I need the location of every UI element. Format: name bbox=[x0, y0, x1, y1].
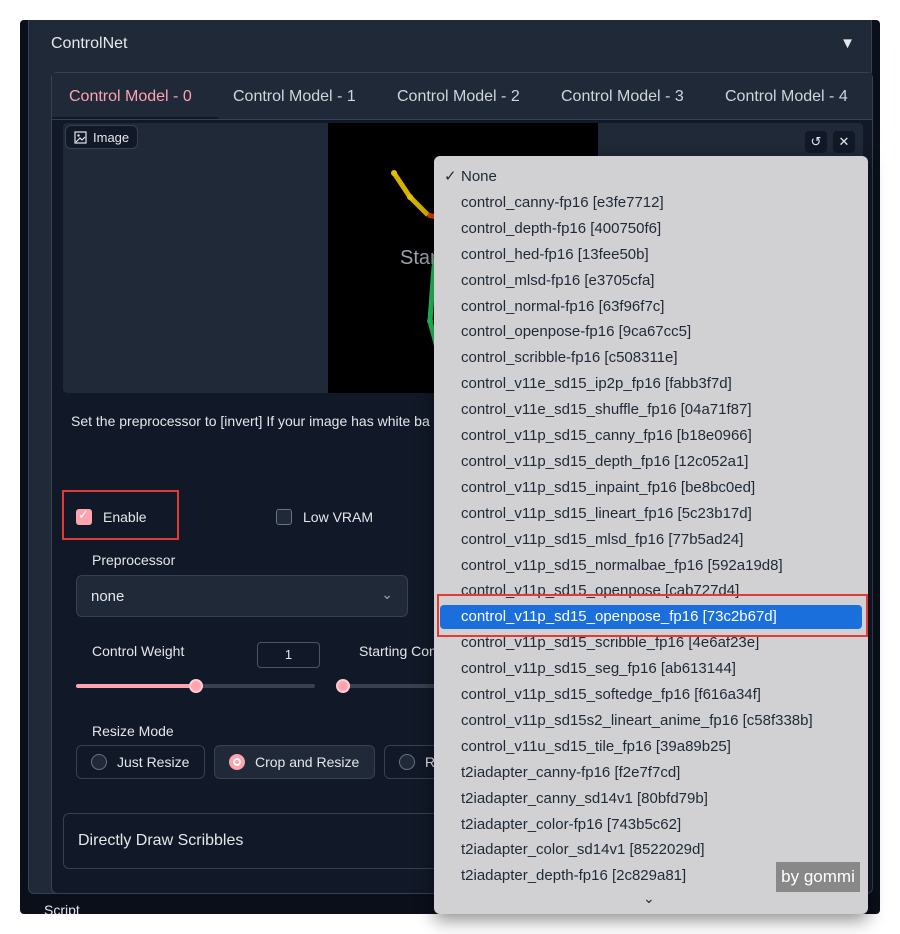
control-weight-slider-fill bbox=[76, 684, 196, 688]
dropdown-item-label: control_v11p_sd15_mlsd_fp16 [77b5ad24] bbox=[461, 530, 744, 548]
dropdown-item[interactable]: control_scribble-fp16 [c508311e] bbox=[440, 346, 862, 370]
dropdown-item[interactable]: ✓ None bbox=[440, 165, 862, 189]
control-weight-slider-knob[interactable] bbox=[188, 679, 203, 693]
scroll-down-chevron-icon[interactable]: ⌄ bbox=[643, 890, 655, 907]
dropdown-item[interactable]: t2iadapter_canny_sd14v1 [80bfd79b] bbox=[440, 787, 862, 811]
collapse-triangle-icon[interactable]: ▼ bbox=[840, 35, 855, 52]
dropdown-item-label: control_v11p_sd15_normalbae_fp16 [592a19… bbox=[461, 556, 783, 574]
tab-bar: Control Model - 0 Control Model - 1 Cont… bbox=[52, 73, 872, 119]
dropdown-item[interactable]: control_v11p_sd15_lineart_fp16 [5c23b17d… bbox=[440, 502, 862, 526]
dropdown-item-label: control_v11u_sd15_tile_fp16 [39a89b25] bbox=[461, 737, 731, 755]
model-dropdown-menu[interactable]: ✓ None control_canny-fp16 [e3fe7712] contro… bbox=[434, 156, 868, 914]
image-label-text: Image bbox=[93, 129, 130, 145]
dropdown-item[interactable]: control_v11p_sd15_softedge_fp16 [f616a34… bbox=[440, 683, 862, 707]
chevron-down-icon: ⌄ bbox=[381, 586, 393, 602]
control-weight-slider[interactable] bbox=[76, 679, 315, 693]
dropdown-item-label: t2iadapter_canny_sd14v1 [80bfd79b] bbox=[461, 789, 708, 807]
reset-icon[interactable]: ↺ bbox=[805, 131, 827, 153]
resize-mode-label: Resize Mode bbox=[92, 723, 174, 739]
low-vram-label: Low VRAM bbox=[303, 509, 374, 525]
tab-control-model-4[interactable]: Control Model - 4 bbox=[725, 88, 848, 106]
tab-control-model-1[interactable]: Control Model - 1 bbox=[233, 88, 356, 106]
image-icon bbox=[74, 130, 87, 144]
dropdown-item[interactable]: control_openpose-fp16 [9ca67cc5] bbox=[440, 320, 862, 344]
image-tools: ↺ ✕ bbox=[805, 131, 855, 153]
dropdown-item-label: t2iadapter_color-fp16 [743b5c62] bbox=[461, 815, 682, 833]
preprocessor-label: Preprocessor bbox=[92, 552, 176, 568]
tab-control-model-3[interactable]: Control Model - 3 bbox=[561, 88, 684, 106]
dropdown-item-label: control_v11p_sd15_canny_fp16 [b18e0966] bbox=[461, 427, 752, 444]
control-weight-label: Control Weight bbox=[92, 643, 185, 659]
dropdown-item-label: control_openpose-fp16 [9ca67cc5] bbox=[461, 323, 692, 341]
dropdown-item-label: None bbox=[461, 168, 497, 185]
dropdown-item[interactable]: control_v11p_sd15_depth_fp16 [12c052a1] bbox=[440, 450, 862, 474]
radio-crop-and-resize-label: Crop and Resize bbox=[255, 754, 360, 770]
dropdown-item[interactable]: control_v11p_sd15_mlsd_fp16 [77b5ad24] bbox=[440, 528, 862, 552]
dropdown-item[interactable]: control_depth-fp16 [400750f6] bbox=[440, 217, 862, 241]
dropdown-item[interactable]: control_canny-fp16 [e3fe7712] bbox=[440, 191, 862, 215]
dropdown-item[interactable]: control_v11p_sd15s2_lineart_anime_fp16 [… bbox=[440, 709, 862, 733]
selection-highlight-box bbox=[437, 594, 868, 637]
dropdown-item-label: control_hed-fp16 [13fee50b] bbox=[461, 245, 649, 263]
dropdown-item-label: t2iadapter_depth-fp16 [2c829a81] bbox=[461, 867, 687, 885]
dropdown-item-label: control_scribble-fp16 [c508311e] bbox=[461, 349, 678, 367]
checkmark-icon: ✓ bbox=[444, 168, 457, 185]
dropdown-item[interactable]: control_v11e_sd15_ip2p_fp16 [fabb3f7d] bbox=[440, 372, 862, 396]
dropdown-item-label: control_canny-fp16 [e3fe7712] bbox=[461, 193, 664, 211]
dropdown-item[interactable]: control_v11u_sd15_tile_fp16 [39a89b25] bbox=[440, 735, 862, 759]
enable-label: Enable bbox=[103, 509, 147, 525]
dropdown-item[interactable]: t2iadapter_canny-fp16 [f2e7f7cd] bbox=[440, 761, 862, 785]
dropdown-item-label: t2iadapter_color_sd14v1 [8522029d] bbox=[461, 841, 705, 859]
dropdown-item[interactable]: control_normal-fp16 [63f96f7c] bbox=[440, 295, 862, 319]
dropdown-item-label: control_v11p_sd15_softedge_fp16 [f616a34… bbox=[461, 686, 761, 703]
accordion-title[interactable]: ControlNet bbox=[51, 35, 127, 53]
dropdown-item-label: control_v11p_sd15_seg_fp16 [ab613144] bbox=[461, 660, 736, 678]
dropdown-item[interactable]: control_v11p_sd15_normalbae_fp16 [592a19… bbox=[440, 554, 862, 578]
preprocessor-select[interactable]: none ⌄ bbox=[76, 575, 408, 617]
tab-control-model-2[interactable]: Control Model - 2 bbox=[397, 88, 520, 106]
tab-control-model-0[interactable]: Control Model - 0 bbox=[69, 88, 192, 106]
dropdown-item-label: control_normal-fp16 [63f96f7c] bbox=[461, 297, 665, 315]
radio-just-resize-dot bbox=[91, 754, 107, 770]
dropdown-item-label: control_v11p_sd15_inpaint_fp16 [be8bc0ed… bbox=[461, 478, 756, 496]
script-label[interactable]: Script bbox=[44, 902, 80, 914]
low-vram-checkbox[interactable] bbox=[276, 509, 292, 525]
radio-crop-and-resize-dot bbox=[229, 754, 245, 770]
radio-just-resize-label: Just Resize bbox=[117, 754, 190, 770]
radio-resize-and-fill-dot bbox=[399, 754, 415, 770]
dropdown-item-label: control_v11e_sd15_ip2p_fp16 [fabb3f7d] bbox=[461, 375, 732, 393]
starting-control-label: Starting Cont bbox=[359, 643, 441, 659]
dropdown-item-label: control_depth-fp16 [400750f6] bbox=[461, 219, 662, 237]
dropdown-item[interactable]: control_v11p_sd15_canny_fp16 [b18e0966] bbox=[440, 424, 862, 448]
dropdown-item[interactable]: t2iadapter_color_sd14v1 [8522029d] bbox=[440, 838, 862, 862]
watermark: by gommi bbox=[776, 862, 860, 892]
control-weight-number[interactable]: 1 bbox=[257, 642, 320, 668]
preprocessor-hint: Set the preprocessor to [invert] If your… bbox=[71, 413, 430, 429]
dropdown-item-label: control_v11p_sd15_lineart_fp16 [5c23b17d… bbox=[461, 504, 752, 522]
dropdown-item[interactable]: control_mlsd-fp16 [e3705cfa] bbox=[440, 269, 862, 293]
dropdown-item[interactable]: control_v11p_sd15_inpaint_fp16 [be8bc0ed… bbox=[440, 476, 862, 500]
dropdown-item-label: control_v11e_sd15_shuffle_fp16 [04a71f87… bbox=[461, 401, 752, 419]
dropdown-item[interactable]: control_v11p_sd15_seg_fp16 [ab613144] bbox=[440, 657, 862, 681]
starting-control-slider-knob[interactable] bbox=[336, 679, 350, 693]
enable-checkbox[interactable] bbox=[76, 507, 92, 525]
dropdown-item[interactable]: t2iadapter_color-fp16 [743b5c62] bbox=[440, 813, 862, 837]
image-label: Image bbox=[65, 125, 139, 149]
dropdown-item[interactable]: control_v11e_sd15_shuffle_fp16 [04a71f87… bbox=[440, 398, 862, 422]
dropdown-item-label: control_v11p_sd15s2_lineart_anime_fp16 [… bbox=[461, 711, 813, 729]
dropdown-item-label: t2iadapter_canny-fp16 [f2e7f7cd] bbox=[461, 763, 681, 781]
preprocessor-value: none bbox=[91, 588, 125, 605]
radio-crop-and-resize[interactable]: Crop and Resize bbox=[214, 745, 375, 779]
close-icon[interactable]: ✕ bbox=[833, 131, 855, 153]
dropdown-item-label: control_mlsd-fp16 [e3705cfa] bbox=[461, 271, 655, 289]
radio-just-resize[interactable]: Just Resize bbox=[76, 745, 205, 779]
scribbles-title: Directly Draw Scribbles bbox=[78, 832, 244, 849]
dropdown-item[interactable]: control_hed-fp16 [13fee50b] bbox=[440, 243, 862, 267]
dropdown-item-label: control_v11p_sd15_depth_fp16 [12c052a1] bbox=[461, 452, 749, 470]
